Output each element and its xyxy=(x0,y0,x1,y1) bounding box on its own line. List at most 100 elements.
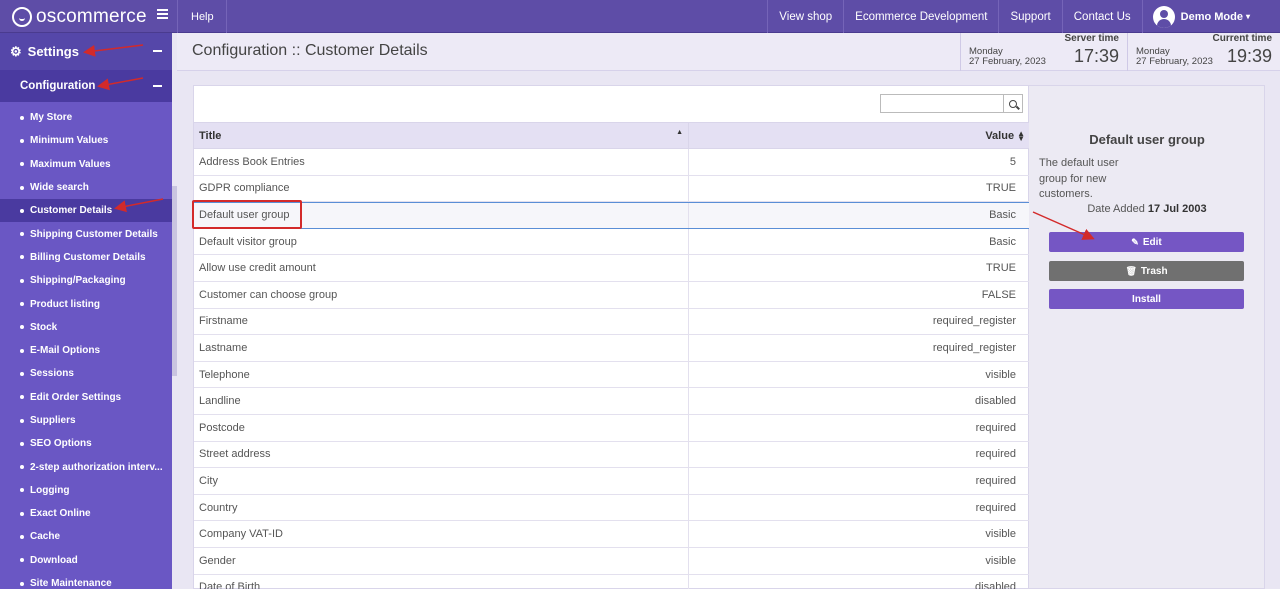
sidebar-item[interactable]: 2-step authorization interv... xyxy=(0,455,172,478)
sidebar-item[interactable]: Maximum Values xyxy=(0,153,172,176)
bullet-icon xyxy=(20,325,24,330)
page-title: Configuration :: Customer Details xyxy=(192,42,428,59)
sidebar-item[interactable]: Suppliers xyxy=(0,409,172,432)
table-row[interactable]: Lastname required_register xyxy=(194,335,1030,362)
sidebar-configuration-header[interactable]: Configuration xyxy=(0,70,172,102)
row-value: Basic xyxy=(989,235,1016,248)
search-icon xyxy=(1009,99,1017,108)
user-menu[interactable]: Demo Mode ▾ xyxy=(1141,0,1280,33)
sidebar-item[interactable]: Shipping/Packaging xyxy=(0,269,172,292)
row-value: required_register xyxy=(932,315,1016,328)
table-row[interactable]: Date of Birth disabled xyxy=(194,574,1030,589)
sidebar-item[interactable]: Edit Order Settings xyxy=(0,386,172,409)
server-time-clock: 17:39 xyxy=(1073,46,1119,66)
sidebar-item-label: Customer Details xyxy=(30,205,113,217)
gears-icon: ⚙ xyxy=(10,43,22,59)
support-link[interactable]: Support xyxy=(998,0,1061,33)
sidebar-item[interactable]: Minimum Values xyxy=(0,129,172,152)
config-panel: Title ▲ Value ▲ ▼ Address Book Entries 5 GD… xyxy=(193,85,1030,589)
sidebar-item[interactable]: E-Mail Options xyxy=(0,339,172,362)
sidebar-item-label: Suppliers xyxy=(30,415,76,426)
collapse-icon[interactable] xyxy=(153,85,162,87)
menu-toggle-icon[interactable] xyxy=(157,9,168,19)
search-input[interactable] xyxy=(880,94,1004,113)
column-title-label: Title xyxy=(199,129,222,142)
page-header: Configuration :: Customer Details Server… xyxy=(177,33,1280,71)
row-value: required xyxy=(975,474,1016,487)
table-row[interactable]: GDPR compliance TRUE xyxy=(194,175,1030,203)
current-time-date: 27 February, 2023 xyxy=(1136,56,1213,67)
current-time: Current time Monday 27 February, 2023 19… xyxy=(1127,33,1280,71)
sidebar-item[interactable]: Exact Online xyxy=(0,502,172,525)
logo-text: oscommerce xyxy=(36,5,147,27)
table-row[interactable]: Firstname required_register xyxy=(194,308,1030,336)
row-value: disabled xyxy=(975,395,1016,408)
sidebar-item[interactable]: Logging xyxy=(0,479,172,502)
table-row[interactable]: Default user group Basic xyxy=(194,202,1030,229)
sidebar-settings-header[interactable]: ⚙ Settings xyxy=(0,33,172,70)
search-button[interactable] xyxy=(1004,94,1023,113)
sidebar-item[interactable]: Sessions xyxy=(0,362,172,385)
row-title: Firstname xyxy=(194,308,689,335)
table-row[interactable]: Gender visible xyxy=(194,547,1030,575)
sidebar-item-label: Maximum Values xyxy=(30,158,111,170)
table-row[interactable]: Postcode required xyxy=(194,414,1030,442)
column-header-title[interactable]: Title ▲ xyxy=(194,123,689,148)
table-row[interactable]: Country required xyxy=(194,494,1030,522)
trash-icon: 🗑 xyxy=(1125,265,1137,276)
sidebar-item-label: Logging xyxy=(30,484,70,496)
sidebar-item[interactable]: Billing Customer Details xyxy=(0,246,172,269)
sidebar-item[interactable]: Stock xyxy=(0,316,172,339)
sidebar-item[interactable]: Cache xyxy=(0,525,172,548)
table-row[interactable]: Telephone visible xyxy=(194,361,1030,389)
view-shop-link[interactable]: View shop xyxy=(767,0,843,33)
date-added-value: 17 Jul 2003 xyxy=(1147,203,1207,215)
table-row[interactable]: Company VAT-ID visible xyxy=(194,521,1030,548)
table-row[interactable]: Street address required xyxy=(194,441,1030,469)
table-row[interactable]: Landline disabled xyxy=(194,388,1030,415)
pencil-icon: ✎ xyxy=(1131,236,1139,247)
sidebar-item[interactable]: Customer Details xyxy=(0,199,172,223)
config-table: Title ▲ Value ▲ ▼ Address Book Entries 5 GD… xyxy=(194,122,1030,589)
row-value: visible xyxy=(985,528,1016,541)
sidebar-item[interactable]: My Store xyxy=(0,106,172,129)
row-title: Landline xyxy=(194,388,689,414)
sidebar-item[interactable]: SEO Options xyxy=(0,432,172,455)
contact-us-link[interactable]: Contact Us xyxy=(1061,0,1142,33)
ecommerce-development-link[interactable]: Ecommerce Development xyxy=(843,0,998,33)
sidebar-item-label: Stock xyxy=(30,321,58,333)
row-title: City xyxy=(194,468,689,494)
sidebar-scrollbar[interactable] xyxy=(172,186,177,376)
trash-button[interactable]: 🗑 Trash xyxy=(1049,261,1244,281)
date-added-label: Date Added xyxy=(1087,203,1145,215)
sidebar-item[interactable]: Site Maintenance xyxy=(0,572,172,589)
sidebar-item-label: Minimum Values xyxy=(30,135,109,147)
install-button[interactable]: Install xyxy=(1049,289,1244,309)
row-value: required xyxy=(975,421,1016,434)
table-header: Title ▲ Value ▲ ▼ xyxy=(194,122,1030,149)
trash-label: Trash xyxy=(1140,265,1168,277)
table-row[interactable]: Allow use credit amount TRUE xyxy=(194,255,1030,282)
sidebar-item[interactable]: Shipping Customer Details xyxy=(0,222,172,245)
sidebar-item-label: Sessions xyxy=(30,368,74,380)
help-link[interactable]: Help xyxy=(179,0,227,33)
collapse-icon[interactable] xyxy=(153,50,162,52)
row-title: Postcode xyxy=(194,414,689,441)
bullet-icon xyxy=(20,162,24,167)
sidebar-item[interactable]: Product listing xyxy=(0,292,172,315)
sidebar-item-label: SEO Options xyxy=(30,438,92,450)
row-title: Address Book Entries xyxy=(194,149,689,175)
edit-button[interactable]: ✎ Edit xyxy=(1049,232,1244,252)
column-header-value[interactable]: Value ▲ ▼ xyxy=(689,123,1030,148)
sidebar-item[interactable]: Wide search xyxy=(0,176,172,199)
table-row[interactable]: Address Book Entries 5 xyxy=(194,149,1030,176)
table-row[interactable]: City required xyxy=(194,468,1030,495)
table-row[interactable]: Customer can choose group FALSE xyxy=(194,281,1030,309)
row-value: required xyxy=(975,448,1016,461)
sidebar-item[interactable]: Download xyxy=(0,549,172,572)
table-row[interactable]: Default visitor group Basic xyxy=(194,228,1030,256)
column-value-label: Value xyxy=(985,129,1015,142)
logo[interactable]: oscommerce xyxy=(0,0,178,33)
search-bar xyxy=(880,94,1023,113)
sidebar-item-label: Download xyxy=(30,554,78,566)
